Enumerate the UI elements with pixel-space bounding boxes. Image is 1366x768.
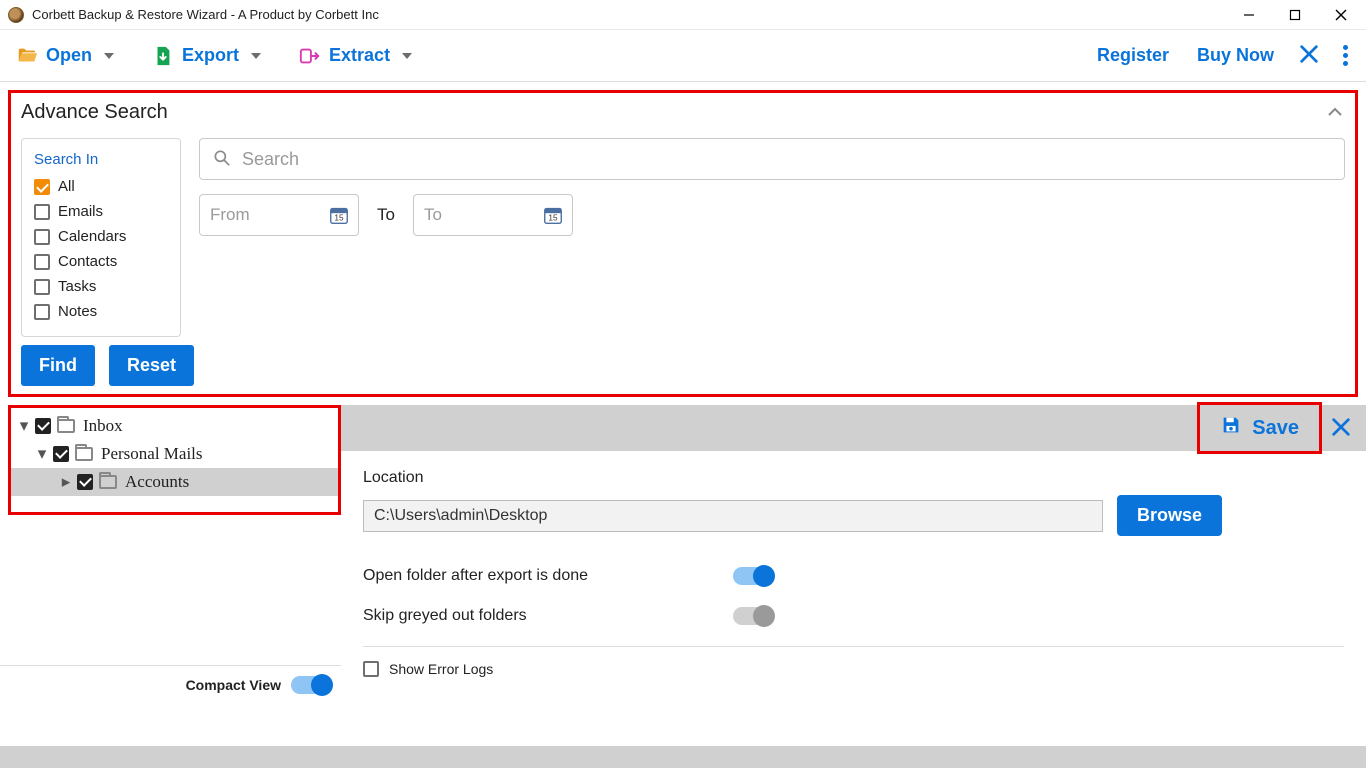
date-from-input[interactable] [210,205,328,225]
toolbar-close-button[interactable] [1288,43,1330,68]
save-icon [1220,414,1242,442]
to-label: To [377,205,395,225]
search-in-box: Search In All Emails Calendars Contacts … [21,138,181,337]
export-menu[interactable]: Export [142,36,271,76]
chevron-down-icon [251,53,261,59]
checkbox-calendars[interactable]: Calendars [34,228,168,245]
tree-label: Personal Mails [101,444,203,464]
tree-item-personal[interactable]: ▾ Personal Mails [11,440,338,468]
status-bar [0,746,1366,768]
maximize-button[interactable] [1272,0,1318,30]
checkbox-emails[interactable]: Emails [34,203,168,220]
checkbox-icon [34,179,50,195]
close-window-button[interactable] [1318,0,1364,30]
export-label: Export [182,45,239,66]
app-icon [8,7,24,23]
search-in-header: Search In [34,151,168,168]
export-file-icon [152,45,174,67]
extract-menu[interactable]: Extract [289,36,422,76]
panel-close-button[interactable] [1322,416,1360,441]
tree-item-accounts[interactable]: ▸ Accounts [11,468,338,496]
svg-text:15: 15 [334,214,344,223]
expander-icon[interactable]: ▾ [17,416,31,436]
more-menu[interactable] [1330,37,1360,74]
skip-greyed-toggle[interactable] [733,607,773,625]
collapse-button[interactable] [1327,105,1343,121]
checkbox-icon [34,304,50,320]
folder-icon [99,475,117,489]
minimize-button[interactable] [1226,0,1272,30]
checkbox-icon [34,229,50,245]
folder-icon [75,447,93,461]
save-label: Save [1252,417,1299,440]
window-title: Corbett Backup & Restore Wizard - A Prod… [32,7,379,22]
date-from-box: 15 [199,194,359,236]
find-button[interactable]: Find [21,345,95,386]
calendar-icon[interactable]: 15 [542,204,564,226]
extract-icon [299,45,321,67]
chevron-down-icon [402,53,412,59]
search-box [199,138,1345,180]
compact-view-label: Compact View [186,677,281,693]
checkbox-tasks[interactable]: Tasks [34,278,168,295]
extract-label: Extract [329,45,390,66]
save-button[interactable]: Save [1208,408,1311,448]
search-icon [212,148,232,171]
checkbox-contacts[interactable]: Contacts [34,253,168,270]
advance-search-panel: Advance Search Search In All Emails Cale… [8,90,1358,397]
expander-icon[interactable]: ▾ [35,444,49,464]
tree-item-inbox[interactable]: ▾ Inbox [11,412,338,440]
checkbox-notes[interactable]: Notes [34,303,168,320]
tree-checkbox[interactable] [77,474,93,490]
checkbox-icon [34,204,50,220]
skip-greyed-label: Skip greyed out folders [363,607,733,625]
expander-icon[interactable]: ▸ [59,472,73,492]
show-error-logs-checkbox[interactable] [363,661,379,677]
tree-checkbox[interactable] [35,418,51,434]
checkbox-all[interactable]: All [34,178,168,195]
buy-now-link[interactable]: Buy Now [1183,39,1288,72]
svg-text:15: 15 [548,214,558,223]
open-folder-icon [16,45,38,67]
open-menu[interactable]: Open [6,36,124,76]
compact-view-toggle[interactable] [291,676,331,694]
tree-label: Accounts [125,472,189,492]
open-label: Open [46,45,92,66]
browse-button[interactable]: Browse [1117,495,1222,536]
open-folder-label: Open folder after export is done [363,567,733,585]
folder-tree: ▾ Inbox ▾ Personal Mails ▸ Accounts [8,405,341,515]
checkbox-icon [34,279,50,295]
folder-icon [57,419,75,433]
open-folder-toggle[interactable] [733,567,773,585]
advance-search-title: Advance Search [21,101,168,124]
calendar-icon[interactable]: 15 [328,204,350,226]
register-link[interactable]: Register [1083,39,1183,72]
show-error-logs-label: Show Error Logs [389,661,493,677]
chevron-down-icon [104,53,114,59]
date-to-box: 15 [413,194,573,236]
date-to-input[interactable] [424,205,542,225]
checkbox-icon [34,254,50,270]
search-input[interactable] [242,149,1332,170]
location-label: Location [363,469,1344,487]
tree-label: Inbox [83,416,123,436]
reset-button[interactable]: Reset [109,345,194,386]
location-input[interactable] [363,500,1103,532]
tree-checkbox[interactable] [53,446,69,462]
